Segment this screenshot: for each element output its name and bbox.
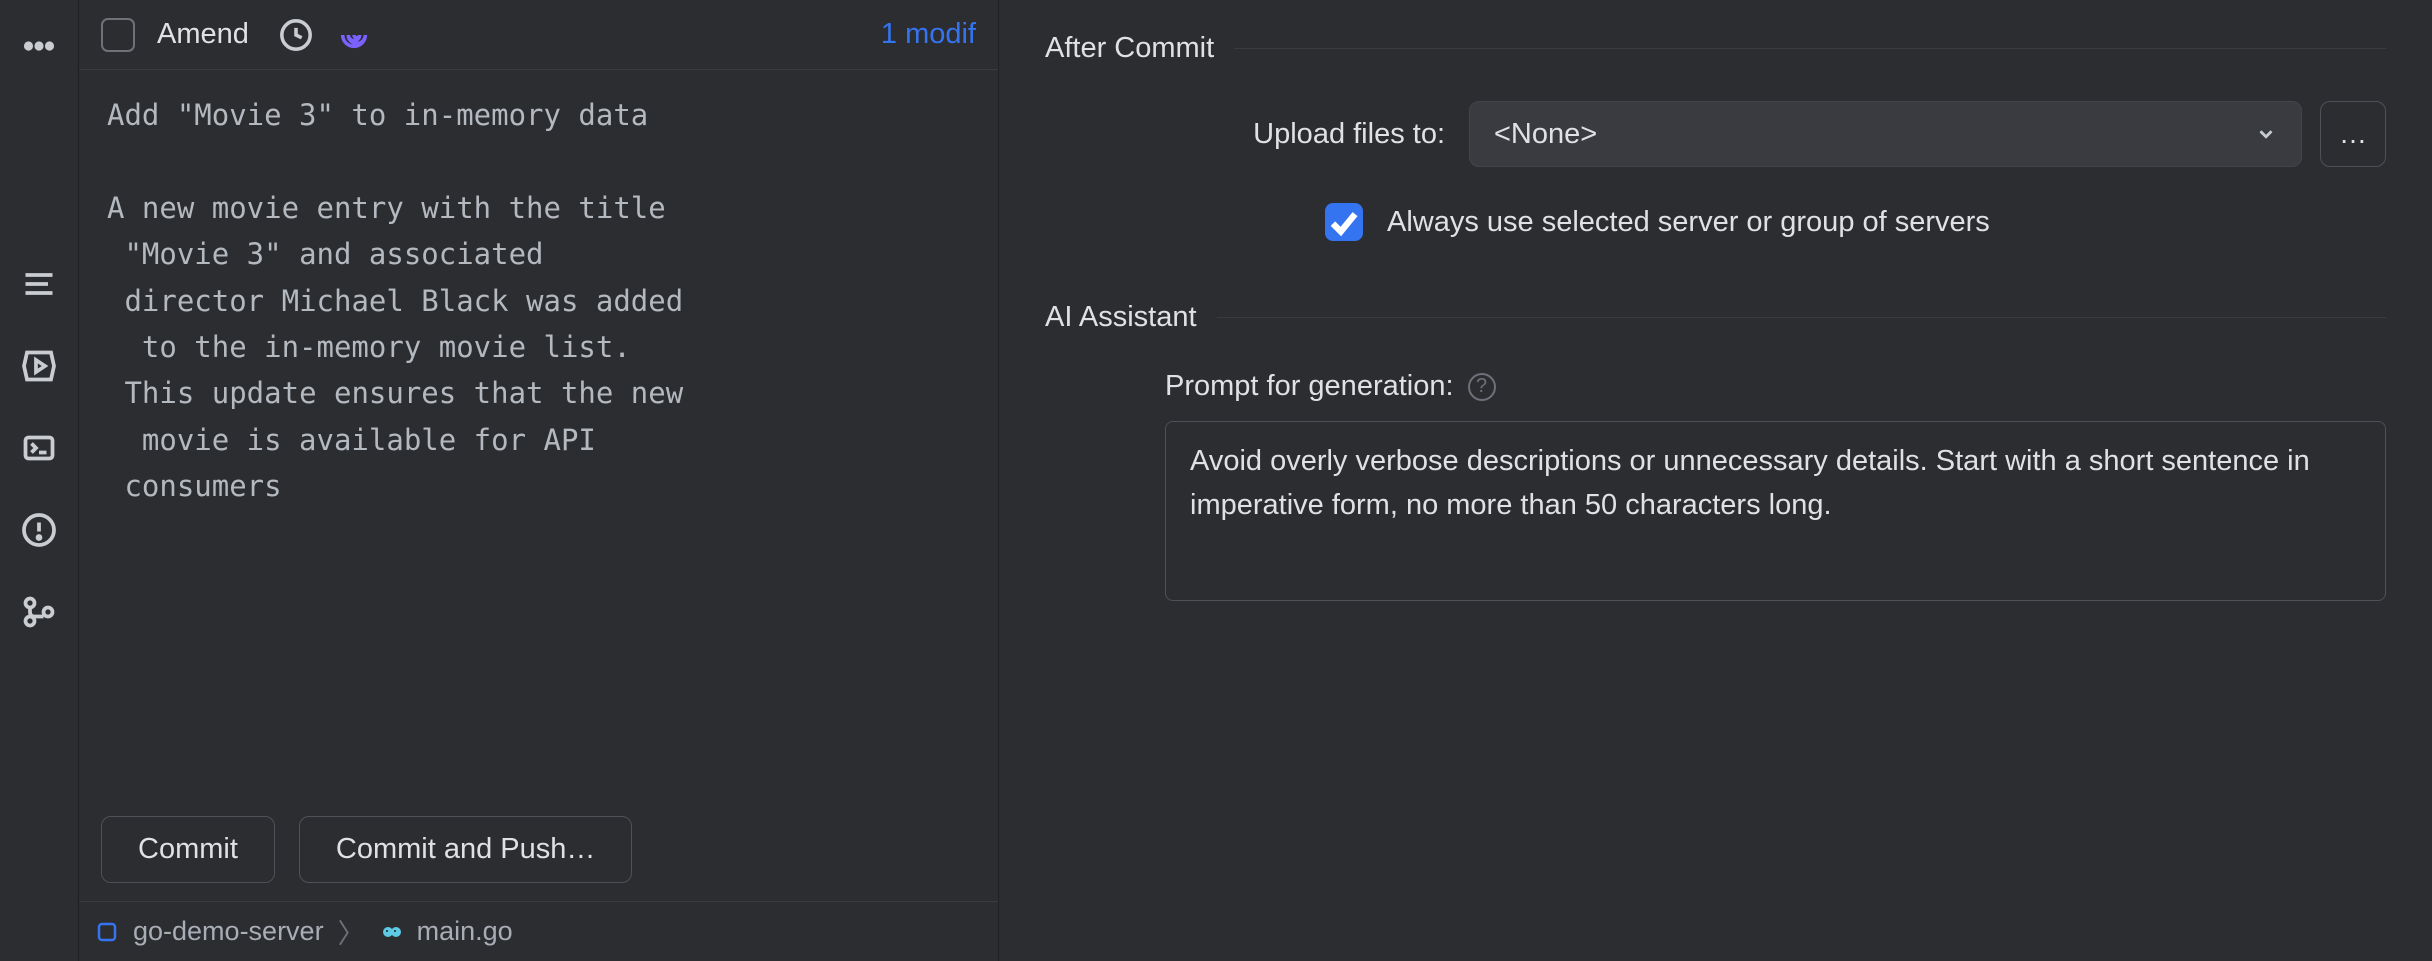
prompt-label-row: Prompt for generation: ?	[1045, 370, 2386, 403]
section-title: After Commit	[1045, 32, 1214, 65]
upload-label: Upload files to:	[1165, 118, 1445, 151]
history-icon[interactable]	[279, 18, 313, 52]
dropdown-value: <None>	[1494, 118, 1597, 151]
vcs-icon[interactable]	[21, 594, 57, 630]
breadcrumb-project[interactable]: go-demo-server	[133, 916, 324, 947]
upload-row: Upload files to: <None> …	[1045, 101, 2386, 167]
upload-more-button[interactable]: …	[2320, 101, 2386, 167]
chevron-down-icon	[2255, 123, 2277, 145]
breadcrumb: go-demo-server 〉 main.go	[79, 901, 998, 961]
terminal-icon[interactable]	[21, 430, 57, 466]
always-use-label: Always use selected server or group of s…	[1387, 206, 1990, 239]
upload-dropdown[interactable]: <None>	[1469, 101, 2302, 167]
amend-label: Amend	[157, 18, 249, 51]
after-commit-section: After Commit	[1045, 32, 2386, 65]
always-use-checkbox[interactable]	[1325, 203, 1363, 241]
ai-icon[interactable]	[337, 18, 371, 52]
amend-checkbox[interactable]	[101, 18, 135, 52]
commit-push-button[interactable]: Commit and Push…	[299, 816, 633, 883]
commit-header: Amend 1 modif	[79, 0, 998, 70]
menu-icon[interactable]	[21, 266, 57, 302]
left-toolbar	[0, 0, 78, 961]
run-icon[interactable]	[21, 348, 57, 384]
problems-icon[interactable]	[21, 512, 57, 548]
project-icon	[95, 920, 119, 944]
modified-link[interactable]: 1 modif	[881, 18, 976, 51]
commit-button[interactable]: Commit	[101, 816, 275, 883]
go-file-icon	[379, 920, 403, 944]
prompt-label: Prompt for generation:	[1165, 370, 1454, 403]
commit-panel: Amend 1 modif Add "Movie 3" to in-memory…	[78, 0, 998, 961]
commit-message-input[interactable]: Add "Movie 3" to in-memory data A new mo…	[79, 70, 998, 806]
settings-panel: After Commit Upload files to: <None> … A…	[998, 0, 2432, 961]
help-icon[interactable]: ?	[1468, 373, 1496, 401]
always-use-row: Always use selected server or group of s…	[1045, 203, 2386, 241]
prompt-textarea[interactable]: Avoid overly verbose descriptions or unn…	[1165, 421, 2386, 601]
more-icon[interactable]	[21, 28, 57, 64]
section-title: AI Assistant	[1045, 301, 1197, 334]
commit-actions: Commit Commit and Push…	[79, 806, 998, 901]
breadcrumb-sep: 〉	[338, 912, 365, 951]
breadcrumb-file[interactable]: main.go	[417, 916, 513, 947]
ai-section: AI Assistant	[1045, 301, 2386, 334]
